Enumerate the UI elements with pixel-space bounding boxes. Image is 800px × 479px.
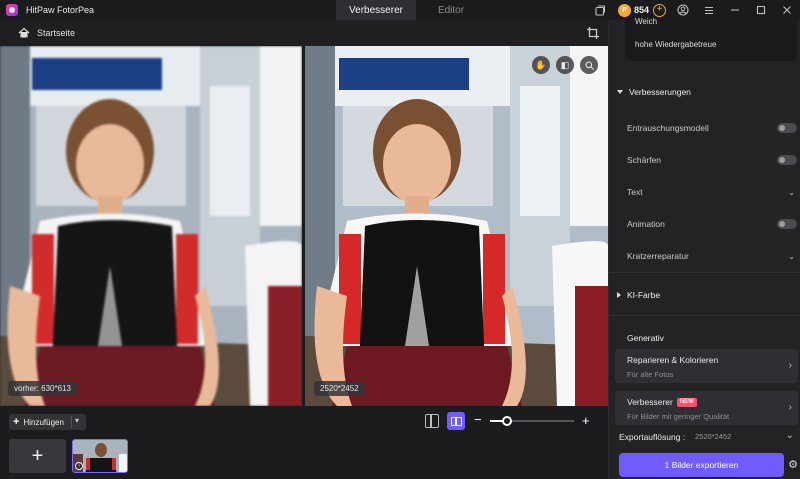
chevron-down-icon[interactable]: ⌄ xyxy=(786,430,794,441)
app-logo xyxy=(6,4,18,16)
caret-down-icon xyxy=(617,90,623,94)
before-resolution-badge: vorher: 630*613 xyxy=(8,381,77,396)
zoom-slider[interactable] xyxy=(490,416,574,426)
section-ki-farbe-label: KI-Farbe xyxy=(627,290,661,300)
plus-icon: + xyxy=(13,416,20,428)
option-text[interactable]: Text ⌄ xyxy=(627,185,797,199)
divider xyxy=(609,272,800,273)
zoom-slider-handle[interactable] xyxy=(501,416,512,426)
before-photo xyxy=(0,46,302,406)
media-library-icon[interactable] xyxy=(593,2,609,18)
close-icon[interactable] xyxy=(779,2,795,18)
credits-count: 854 xyxy=(633,5,649,15)
denoise-toggle[interactable] xyxy=(777,123,797,133)
section-verbesserungen-label: Verbesserungen xyxy=(629,87,691,97)
credits-display[interactable]: P 854 + xyxy=(617,2,666,18)
section-ki-farbe[interactable]: KI-Farbe xyxy=(617,290,660,300)
sharpen-toggle[interactable] xyxy=(777,155,797,165)
chevron-down-icon[interactable]: ⌄ xyxy=(788,188,795,197)
option-animation: Animation xyxy=(627,217,797,231)
option-label: Kratzerreparatur xyxy=(627,251,689,261)
maximize-icon[interactable] xyxy=(753,2,769,18)
card-title: Reparieren & Kolorieren xyxy=(627,355,719,365)
option-kratzerreparatur[interactable]: Kratzerreparatur ⌄ xyxy=(627,249,797,263)
window-controls: P 854 + xyxy=(588,0,800,20)
caret-right-icon xyxy=(617,292,621,298)
section-generativ: Generativ xyxy=(627,333,664,343)
menu-icon[interactable] xyxy=(701,2,717,18)
account-icon[interactable] xyxy=(675,2,691,18)
minimize-icon[interactable] xyxy=(727,2,743,18)
home-icon[interactable] xyxy=(18,27,30,39)
chevron-right-icon: › xyxy=(788,360,792,371)
before-image xyxy=(0,46,302,406)
section-generativ-label: Generativ xyxy=(627,333,664,343)
card-title: Verbesserer xyxy=(627,397,673,407)
tab-editor[interactable]: Editor xyxy=(416,0,486,20)
add-image-tile[interactable]: + xyxy=(9,439,66,473)
after-image xyxy=(305,46,608,406)
option-label: Schärfen xyxy=(627,155,662,165)
mode-tabs: Verbesserer Editor xyxy=(336,0,486,20)
chevron-down-icon[interactable]: ▾ xyxy=(75,416,79,425)
image-thumbnail[interactable]: i xyxy=(72,439,128,473)
info-icon[interactable]: i xyxy=(75,462,83,470)
export-resolution-label: Exportauflösung : xyxy=(619,432,686,442)
zoom-icon[interactable] xyxy=(580,56,598,74)
chevron-down-icon[interactable]: ⌄ xyxy=(788,252,795,261)
settings-panel: Weich hohe Wiedergabetreue Verbesserunge… xyxy=(608,17,800,479)
chevron-right-icon: › xyxy=(788,402,792,413)
after-photo xyxy=(305,46,608,406)
new-badge: NEW xyxy=(676,397,697,407)
zoom-in-icon[interactable]: + xyxy=(582,413,590,428)
hand-icon[interactable]: ✋ xyxy=(532,56,550,74)
title-bar: HitPaw FotorPea Verbesserer Editor P 854… xyxy=(0,0,800,20)
single-view-icon[interactable] xyxy=(425,414,439,428)
card-subtitle: Für alte Fotos xyxy=(627,370,674,379)
model-option-weich[interactable]: Weich xyxy=(635,17,657,26)
canvas-tools: ✋ ◧ xyxy=(526,56,598,74)
breadcrumb: Startseite xyxy=(0,20,608,46)
bottom-bar: + Hinzufügen ▾ + i − + xyxy=(0,406,608,479)
model-option-hohe-wiedergabetreue[interactable]: hohe Wiedergabetreue xyxy=(635,40,716,49)
animation-toggle[interactable] xyxy=(777,219,797,229)
gear-icon[interactable]: ⚙ xyxy=(788,458,798,471)
crop-icon[interactable] xyxy=(586,26,600,40)
compare-icon[interactable]: ◧ xyxy=(556,56,574,74)
section-verbesserungen[interactable]: Verbesserungen xyxy=(617,87,691,97)
add-button-separator xyxy=(71,416,72,428)
compare-canvas[interactable]: ✋ ◧ vorher: 630*613 2520*2452 xyxy=(0,46,608,406)
option-label: Entrauschungsmodell xyxy=(627,123,709,133)
model-options: Weich hohe Wiedergabetreue xyxy=(625,17,797,61)
after-resolution-badge: 2520*2452 xyxy=(314,381,365,396)
zoom-out-icon[interactable]: − xyxy=(474,413,484,426)
add-files-label: Hinzufügen xyxy=(23,417,64,427)
option-label: Text xyxy=(627,187,643,197)
coin-icon: P xyxy=(617,3,631,17)
buy-credits-icon[interactable]: + xyxy=(653,3,666,17)
option-schaerfen: Schärfen xyxy=(627,153,797,167)
card-verbesserer[interactable]: Verbesserer NEW Für Bilder mit geringer … xyxy=(615,391,798,425)
breadcrumb-home-link[interactable]: Startseite xyxy=(37,28,75,38)
export-button[interactable]: 1 Bilder exportieren xyxy=(619,453,784,477)
option-label: Animation xyxy=(627,219,665,229)
split-view-icon[interactable] xyxy=(447,412,465,430)
divider xyxy=(609,315,800,316)
add-files-button[interactable]: + Hinzufügen ▾ xyxy=(9,414,86,430)
card-reparieren-kolorieren[interactable]: Reparieren & Kolorieren Für alte Fotos › xyxy=(615,349,798,383)
tab-verbesserer[interactable]: Verbesserer xyxy=(336,0,416,20)
app-title: HitPaw FotorPea xyxy=(26,5,95,15)
option-entrauschungsmodell: Entrauschungsmodell xyxy=(627,121,797,135)
export-resolution-value: 2520*2452 xyxy=(695,432,732,441)
card-subtitle: Für Bilder mit geringer Qualität xyxy=(627,412,730,421)
